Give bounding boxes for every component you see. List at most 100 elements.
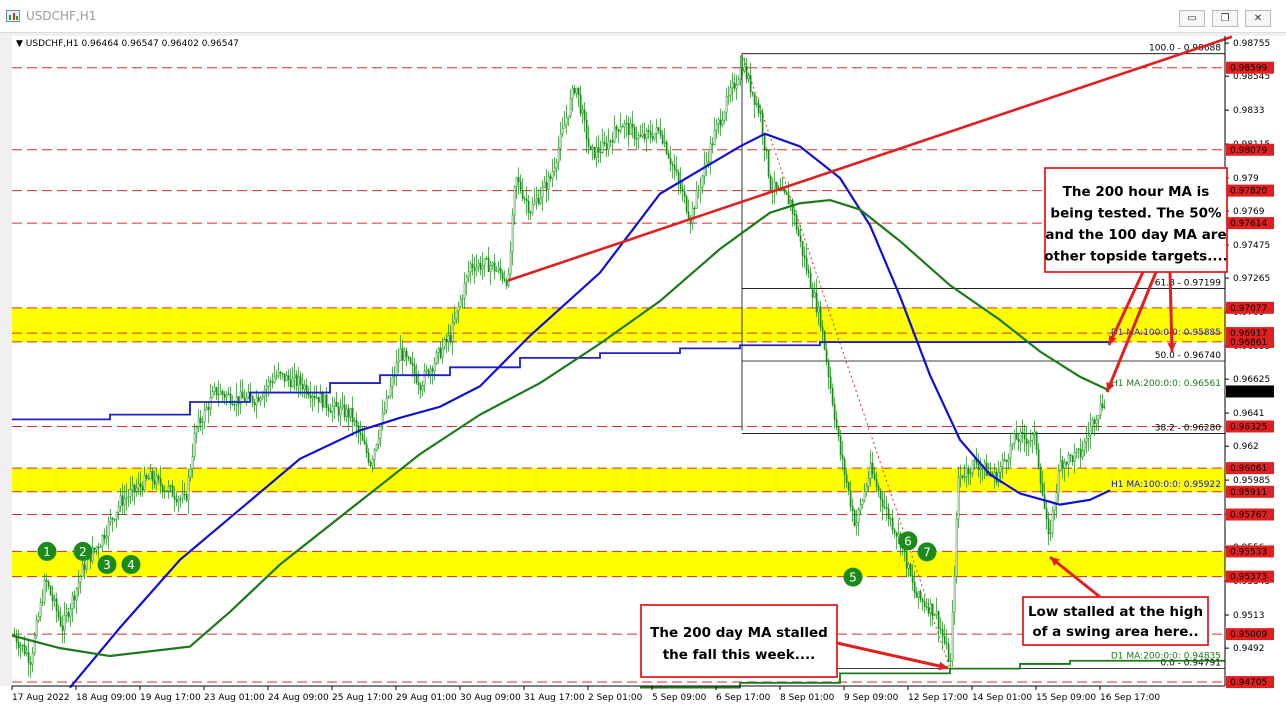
candle-body xyxy=(575,87,578,94)
candle-body xyxy=(713,129,716,145)
candle-body xyxy=(855,522,858,526)
candle-body xyxy=(951,611,954,662)
candle-body xyxy=(163,490,166,493)
candle-body xyxy=(581,109,584,114)
candle-body xyxy=(519,181,522,191)
candle-body xyxy=(853,510,856,526)
candle-body xyxy=(539,196,542,204)
candle-body xyxy=(655,127,658,134)
candle-body xyxy=(867,478,870,487)
candle-body xyxy=(189,468,192,478)
candle-body xyxy=(267,380,270,387)
candle-body xyxy=(561,127,564,135)
candle-body xyxy=(535,198,538,202)
candle-body xyxy=(523,198,526,200)
candle-body xyxy=(647,130,650,132)
candle-body xyxy=(681,188,684,192)
candle-body xyxy=(113,518,116,521)
price-chart[interactable]: 100.0 - 0.9868861.8 - 0.9719950.0 - 0.96… xyxy=(0,0,1286,718)
candle-body xyxy=(919,591,922,600)
candle-body xyxy=(371,459,374,466)
candle-body xyxy=(861,500,864,505)
candle-body xyxy=(1081,450,1084,458)
candle-body xyxy=(199,417,202,424)
candle-body xyxy=(607,140,610,151)
candle-body xyxy=(829,376,832,389)
moving-average-label: D1 MA:100:0:0: 0.95885 xyxy=(1111,328,1221,338)
candle-body xyxy=(591,146,594,150)
candle-body xyxy=(1057,470,1060,493)
candle-body xyxy=(705,161,708,166)
candle-body xyxy=(619,126,622,132)
price-tick-label: 0.979 xyxy=(1233,174,1259,184)
candle-body xyxy=(541,187,544,198)
candle-body xyxy=(911,575,914,583)
candle-body xyxy=(259,397,262,402)
candle-body xyxy=(917,591,920,598)
moving-average-label: H1 MA:100:0:0: 0.95922 xyxy=(1111,480,1221,490)
symbol-info: ▼ USDCHF,H1 0.96464 0.96547 0.96402 0.96… xyxy=(16,39,239,49)
candle-body xyxy=(451,322,454,342)
chart-window: USDCHF,H1 ▭ ❐ ✕ 100.0 - 0.98688 61.8 - 0.… xyxy=(0,0,1286,718)
candle-body xyxy=(809,272,812,289)
candle-body xyxy=(843,458,846,476)
candle-body xyxy=(555,161,558,169)
candle-body xyxy=(169,485,172,487)
candle-body xyxy=(915,592,918,598)
candle-body xyxy=(481,264,484,270)
candle-body xyxy=(497,267,500,271)
candle-body xyxy=(699,186,702,191)
candle-body xyxy=(167,486,170,492)
candle-body xyxy=(947,643,950,662)
candle-body xyxy=(217,394,220,396)
candle-body xyxy=(839,436,842,456)
candle-body xyxy=(1095,419,1098,425)
candle-body xyxy=(669,157,672,165)
candle-body xyxy=(793,213,796,216)
candle-body xyxy=(841,454,844,460)
candle-body xyxy=(851,506,854,511)
candle-body xyxy=(407,356,410,359)
candle-body xyxy=(897,533,900,537)
candle-body xyxy=(255,396,258,406)
candle-body xyxy=(369,461,372,466)
candle-body xyxy=(605,143,608,151)
candle-body xyxy=(457,305,460,312)
candle-body xyxy=(273,376,276,383)
candle-body xyxy=(531,203,534,214)
candle-body xyxy=(473,267,476,271)
candle-body xyxy=(819,306,822,328)
candle-body xyxy=(313,395,316,399)
candle-body xyxy=(965,467,968,478)
candle-body xyxy=(187,476,190,501)
candle-body xyxy=(1029,439,1032,442)
candle-body xyxy=(279,371,282,374)
candle-body xyxy=(961,475,964,478)
candle-body xyxy=(17,641,20,648)
candle-body xyxy=(999,466,1002,473)
candle-body xyxy=(315,396,318,399)
candle-body xyxy=(937,611,940,629)
price-tick-label: 0.97265 xyxy=(1233,274,1270,284)
candle-body xyxy=(517,177,520,182)
candle-body xyxy=(725,96,728,113)
candle-body xyxy=(117,505,120,513)
candle-body xyxy=(557,147,560,163)
candle-body xyxy=(609,140,612,142)
candle-body xyxy=(285,375,288,382)
fibonacci-label: 61.8 - 0.97199 xyxy=(1155,279,1221,289)
candle-body xyxy=(1091,419,1094,427)
candle-body xyxy=(395,362,398,376)
candle-body xyxy=(617,129,620,132)
candle-body xyxy=(241,391,244,399)
candle-body xyxy=(487,257,490,272)
candle-body xyxy=(927,607,930,614)
candle-body xyxy=(1043,494,1046,510)
candle-body xyxy=(1037,449,1040,467)
candle-body xyxy=(389,386,392,397)
candle-body xyxy=(783,188,786,193)
candle-body xyxy=(423,370,426,386)
candle-body xyxy=(59,616,62,627)
candle-body xyxy=(805,257,808,271)
candle-body xyxy=(203,408,206,423)
